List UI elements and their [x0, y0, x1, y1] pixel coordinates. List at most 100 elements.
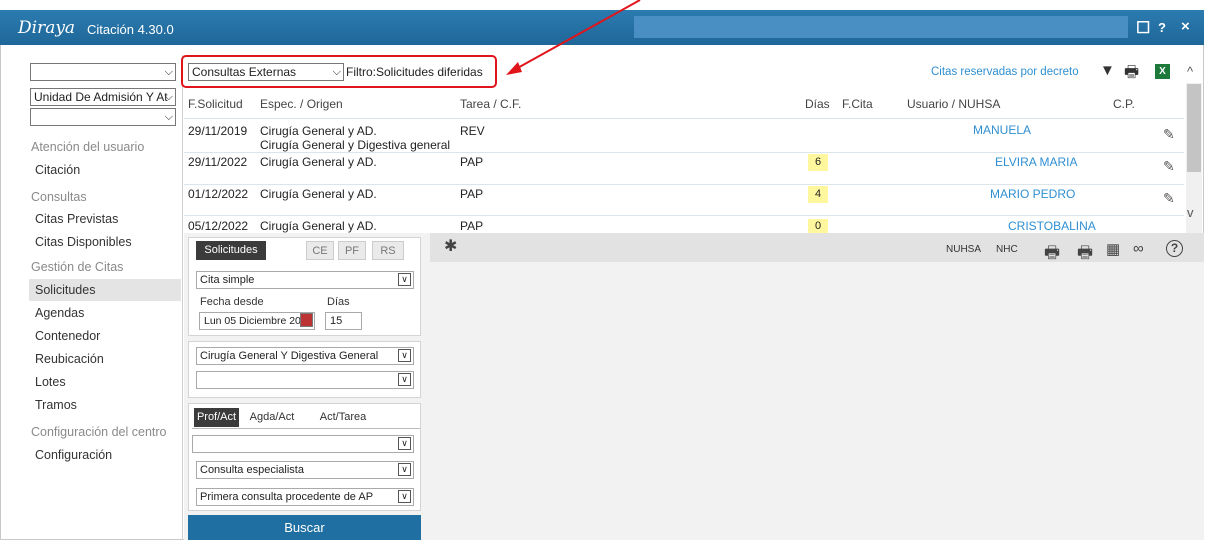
row4-dias: 0	[808, 219, 828, 233]
settings-gear-icon[interactable]: ✱	[444, 236, 457, 256]
filter-icon[interactable]: ▼	[1100, 62, 1115, 79]
reservadas-link[interactable]: Citas reservadas por decreto	[931, 66, 1079, 78]
row2-espec: Cirugía General y AD.	[260, 155, 377, 169]
row1-origen: Cirugía General y Digestiva general	[260, 138, 451, 152]
row4-usuario[interactable]: CRISTOBALINA	[1008, 219, 1096, 233]
edit-pencil-icon[interactable]: ✎	[1163, 190, 1175, 207]
tab-underline	[192, 428, 420, 429]
tipo-cita-select[interactable]: Cita simple ∨	[196, 271, 414, 289]
nav-item-lotes[interactable]: Lotes	[35, 375, 66, 389]
row3-usuario[interactable]: MARIO PEDRO	[990, 187, 1075, 201]
row4-fecha: 05/12/2022	[188, 219, 249, 233]
col-cp: C.P.	[1113, 97, 1135, 111]
profesional-select[interactable]: ∨	[192, 435, 414, 453]
sidebar-divider	[182, 55, 183, 540]
nav-item-tramos[interactable]: Tramos	[35, 398, 77, 412]
chevron-down-icon: ∨	[398, 349, 411, 362]
tab-prof-act[interactable]: Prof/Act	[194, 408, 239, 427]
row2-fecha: 29/11/2022	[188, 155, 248, 169]
buscar-button[interactable]: Buscar	[188, 515, 421, 540]
chevron-down-icon: ⌵	[164, 91, 173, 103]
tab-pf[interactable]: PF	[338, 241, 366, 260]
chevron-down-icon: ∨	[398, 463, 411, 476]
diraya-logo: Diraya	[18, 18, 76, 38]
sidebar-select-3[interactable]: ⌵	[30, 108, 176, 126]
chevron-down-icon: ∨	[398, 437, 411, 450]
excel-icon[interactable]: X	[1155, 64, 1170, 79]
row2-tarea: PAP	[460, 155, 484, 169]
binoculars-icon[interactable]: ∞	[1133, 240, 1144, 257]
nav-item-citas-previstas[interactable]: Citas Previstas	[35, 212, 118, 226]
nav-item-contenedor[interactable]: Contenedor	[35, 329, 100, 343]
row-divider	[184, 184, 1184, 185]
tab-act-tarea[interactable]: Act/Tarea	[315, 408, 371, 427]
title-info-bar	[634, 16, 1128, 38]
tab-agda-act[interactable]: Agda/Act	[247, 408, 297, 427]
row3-dias: 4	[808, 186, 828, 203]
row2-dias: 6	[808, 154, 828, 171]
col-usuario: Usuario / NUHSA	[907, 97, 1001, 111]
col-fcita: F.Cita	[842, 97, 873, 111]
scrollbar-thumb[interactable]	[1187, 84, 1201, 172]
print-icon[interactable]: 🖶	[1124, 61, 1139, 88]
scroll-down-icon[interactable]: v	[1187, 205, 1194, 220]
tab-rs[interactable]: RS	[372, 241, 404, 260]
nav-item-configuracion[interactable]: Configuración	[35, 448, 112, 462]
nav-item-reubicacion[interactable]: Reubicación	[35, 352, 104, 366]
header-divider	[184, 118, 1184, 119]
tab-ce[interactable]: CE	[306, 241, 334, 260]
chevron-down-icon: ∨	[398, 490, 411, 503]
collapse-up-icon[interactable]: ^	[1187, 64, 1193, 79]
row1-fecha: 29/11/2019	[188, 124, 248, 138]
especialidad-select[interactable]: Cirugía General Y Digestiva General ∨	[196, 347, 414, 365]
help-icon[interactable]: ?	[1166, 240, 1183, 257]
annotation-arrow	[506, 0, 641, 75]
row1-usuario[interactable]: MANUELA	[973, 123, 1031, 137]
chevron-down-icon: ⌵	[164, 111, 173, 123]
fecha-desde-input[interactable]: Lun 05 Diciembre 20	[199, 312, 315, 330]
print-settings-icon[interactable]: 🖶	[1044, 240, 1060, 269]
row3-espec: Cirugía General y AD.	[260, 187, 377, 201]
nav-section-configuracion: Configuración del centro	[31, 425, 167, 439]
help-icon[interactable]: ?	[1158, 20, 1166, 35]
primera-consulta-select[interactable]: Primera consulta procedente de AP ∨	[196, 488, 414, 506]
close-icon[interactable]: ×	[1181, 18, 1190, 35]
row2-usuario[interactable]: ELVIRA MARIA	[995, 155, 1077, 169]
nav-item-citas-disponibles[interactable]: Citas Disponibles	[35, 235, 132, 249]
row3-tarea: PAP	[460, 187, 484, 201]
especialidad2-select[interactable]: ∨	[196, 371, 414, 389]
calendar-icon[interactable]: ▦	[1106, 240, 1120, 258]
edit-pencil-icon[interactable]: ✎	[1163, 126, 1175, 143]
row4-tarea: PAP	[460, 219, 484, 233]
nav-item-agendas[interactable]: Agendas	[35, 306, 84, 320]
nav-section-gestion: Gestión de Citas	[31, 260, 124, 274]
sidebar-select-unidad[interactable]: Unidad De Admisión Y At ⌵	[30, 88, 176, 106]
nuhsa-button[interactable]: NUHSA	[946, 244, 981, 255]
col-dias: Días	[805, 97, 830, 111]
row-divider	[184, 215, 1184, 216]
annotation-box	[181, 55, 497, 88]
row4-espec: Cirugía General y AD.	[260, 219, 377, 233]
print-icon[interactable]: 🖶	[1077, 240, 1093, 269]
nav-section-atencion: Atención del usuario	[31, 140, 145, 154]
chevron-down-icon: ∨	[398, 273, 411, 286]
edit-pencil-icon[interactable]: ✎	[1163, 158, 1175, 175]
tab-solicitudes[interactable]: Solicitudes	[196, 241, 266, 260]
nav-section-consultas: Consultas	[31, 190, 87, 204]
consulta-select[interactable]: Consulta especialista ∨	[196, 461, 414, 479]
nav-item-citacion[interactable]: Citación	[35, 163, 80, 177]
maximize-icon[interactable]: ☐	[1136, 18, 1150, 38]
calendar-picker-icon[interactable]	[300, 313, 313, 327]
chevron-down-icon: ∨	[398, 373, 411, 386]
col-fsolicitud: F.Solicitud	[188, 97, 243, 111]
row3-fecha: 01/12/2022	[188, 187, 249, 201]
dias-input[interactable]: 15	[325, 312, 362, 330]
dias-label: Días	[327, 296, 350, 308]
sidebar-select-1[interactable]: ⌵	[30, 63, 176, 81]
fecha-desde-label: Fecha desde	[200, 296, 264, 308]
chevron-down-icon: ⌵	[164, 66, 173, 78]
nhc-button[interactable]: NHC	[996, 244, 1018, 255]
nav-item-solicitudes[interactable]: Solicitudes	[35, 283, 95, 297]
row1-tarea: REV	[460, 124, 485, 138]
col-tarea: Tarea / C.F.	[460, 97, 522, 111]
